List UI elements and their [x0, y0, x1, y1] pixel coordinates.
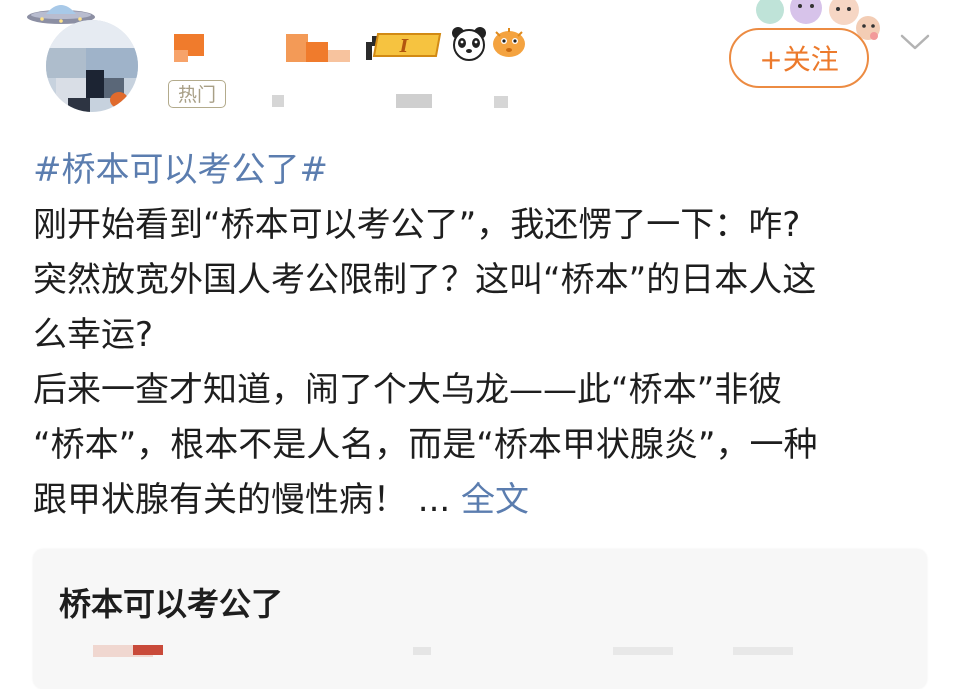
topic-card-preview-blurred [93, 645, 853, 665]
post-line: 突然放宽外国人考公限制了？这叫“桥本”的日本人这 [33, 253, 933, 308]
topic-card[interactable]: 桥本可以考公了 [33, 549, 927, 689]
hashtag-link[interactable]: #桥本可以考公了# [33, 150, 328, 190]
follow-button[interactable]: +关注 [729, 28, 869, 88]
post-line: 么幸运? [33, 308, 933, 363]
username-blurred[interactable] [172, 30, 372, 64]
post-text: 么幸运? [33, 315, 154, 355]
chevron-down-icon[interactable] [896, 30, 934, 54]
pufferfish-icon [493, 28, 525, 57]
post-text: 后来一查才知道，闹了个大乌龙——此“桥本”非彼 [33, 370, 783, 410]
ellipsis: ... [407, 480, 462, 520]
hot-tag: 热门 [168, 80, 227, 108]
post-text: 突然放宽外国人考公限制了？这叫“桥本”的日本人这 [33, 260, 817, 300]
post-line: #桥本可以考公了# [33, 143, 933, 198]
full-text-link[interactable]: 全文 [461, 480, 529, 520]
post-line: 跟甲状腺有关的慢性病！ ... 全文 [33, 473, 933, 528]
post-line: 后来一查才知道，闹了个大乌龙——此“桥本”非彼 [33, 363, 933, 418]
panda-icon [452, 27, 486, 61]
follow-button-label: +关注 [759, 43, 839, 76]
post-text: 刚开始看到“桥本可以考公了”，我还愣了一下：咋? [33, 205, 801, 245]
post-text: “桥本”，根本不是人名，而是“桥本甲状腺炎”，一种 [33, 425, 818, 465]
post-line: 刚开始看到“桥本可以考公了”，我还愣了一下：咋? [33, 198, 933, 253]
post-text: 跟甲状腺有关的慢性病！ [33, 480, 407, 520]
svg-text:I: I [399, 36, 409, 57]
topic-card-title: 桥本可以考公了 [59, 585, 284, 623]
post-line: “桥本”，根本不是人名，而是“桥本甲状腺炎”，一种 [33, 418, 933, 473]
post-body: #桥本可以考公了# 刚开始看到“桥本可以考公了”，我还愣了一下：咋? 突然放宽外国人… [33, 143, 933, 528]
vip-level-badge-icon: I [366, 33, 442, 60]
avatar[interactable] [46, 20, 138, 112]
